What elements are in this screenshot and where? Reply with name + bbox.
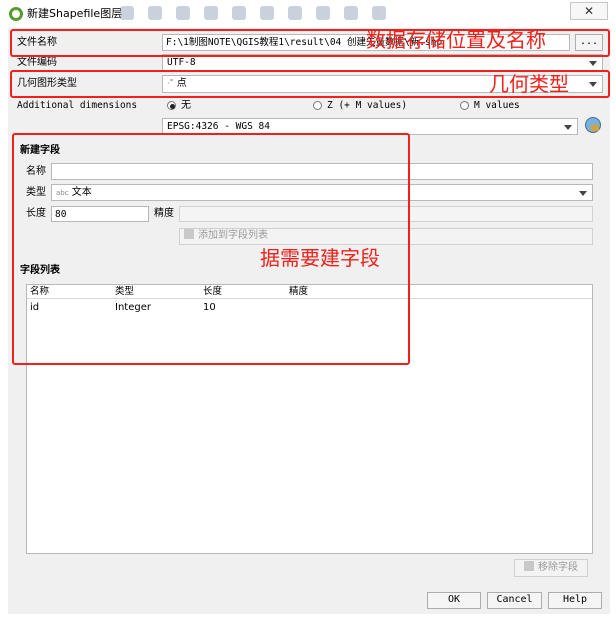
remove-field-label: 移除字段	[538, 562, 578, 573]
encoding-label: 文件编码	[17, 57, 57, 68]
encoding-value: UTF-8	[167, 57, 196, 68]
help-button[interactable]: Help	[548, 592, 602, 609]
background-toolbar-icon	[288, 6, 302, 20]
background-toolbar-icon	[120, 6, 134, 20]
background-toolbar-icon	[176, 6, 190, 20]
remove-field-icon	[524, 561, 534, 571]
remove-field-button[interactable]: 移除字段	[514, 559, 588, 577]
chevron-down-icon	[564, 125, 572, 130]
ok-button[interactable]: OK	[427, 592, 481, 609]
background-toolbar-icon	[344, 6, 358, 20]
dimension-z-radio[interactable]	[313, 101, 322, 110]
window-title: 新建Shapefile图层	[27, 7, 123, 20]
background-toolbar	[120, 4, 460, 22]
dimension-m-label: M values	[474, 100, 520, 111]
file-location-annotation: 数据存储位置及名称	[366, 28, 546, 52]
background-toolbar-icon	[148, 6, 162, 20]
geometry-type-annotation: 几何类型	[489, 72, 569, 96]
background-toolbar-icon	[232, 6, 246, 20]
chevron-down-icon	[579, 191, 587, 196]
title-bar: 新建Shapefile图层 ✕	[0, 0, 616, 28]
qgis-logo-icon	[9, 7, 23, 21]
crs-selector-icon[interactable]	[585, 117, 601, 133]
dimension-z-label: Z (+ M values)	[327, 100, 408, 111]
dimension-none-radio[interactable]	[167, 101, 176, 110]
dimensions-label: Additional dimensions	[17, 100, 138, 111]
background-toolbar-icon	[372, 6, 386, 20]
background-toolbar-icon	[316, 6, 330, 20]
cancel-button[interactable]: Cancel	[487, 592, 542, 609]
dimension-none-label: 无	[181, 100, 191, 111]
crs-value: EPSG:4326 - WGS 84	[167, 121, 270, 132]
background-toolbar-icon	[260, 6, 274, 20]
chevron-down-icon	[589, 61, 597, 66]
background-toolbar-icon	[204, 6, 218, 20]
close-button[interactable]: ✕	[570, 2, 608, 20]
dimension-m-radio[interactable]	[460, 101, 469, 110]
fields-annotation: 据需要建字段	[260, 246, 380, 270]
